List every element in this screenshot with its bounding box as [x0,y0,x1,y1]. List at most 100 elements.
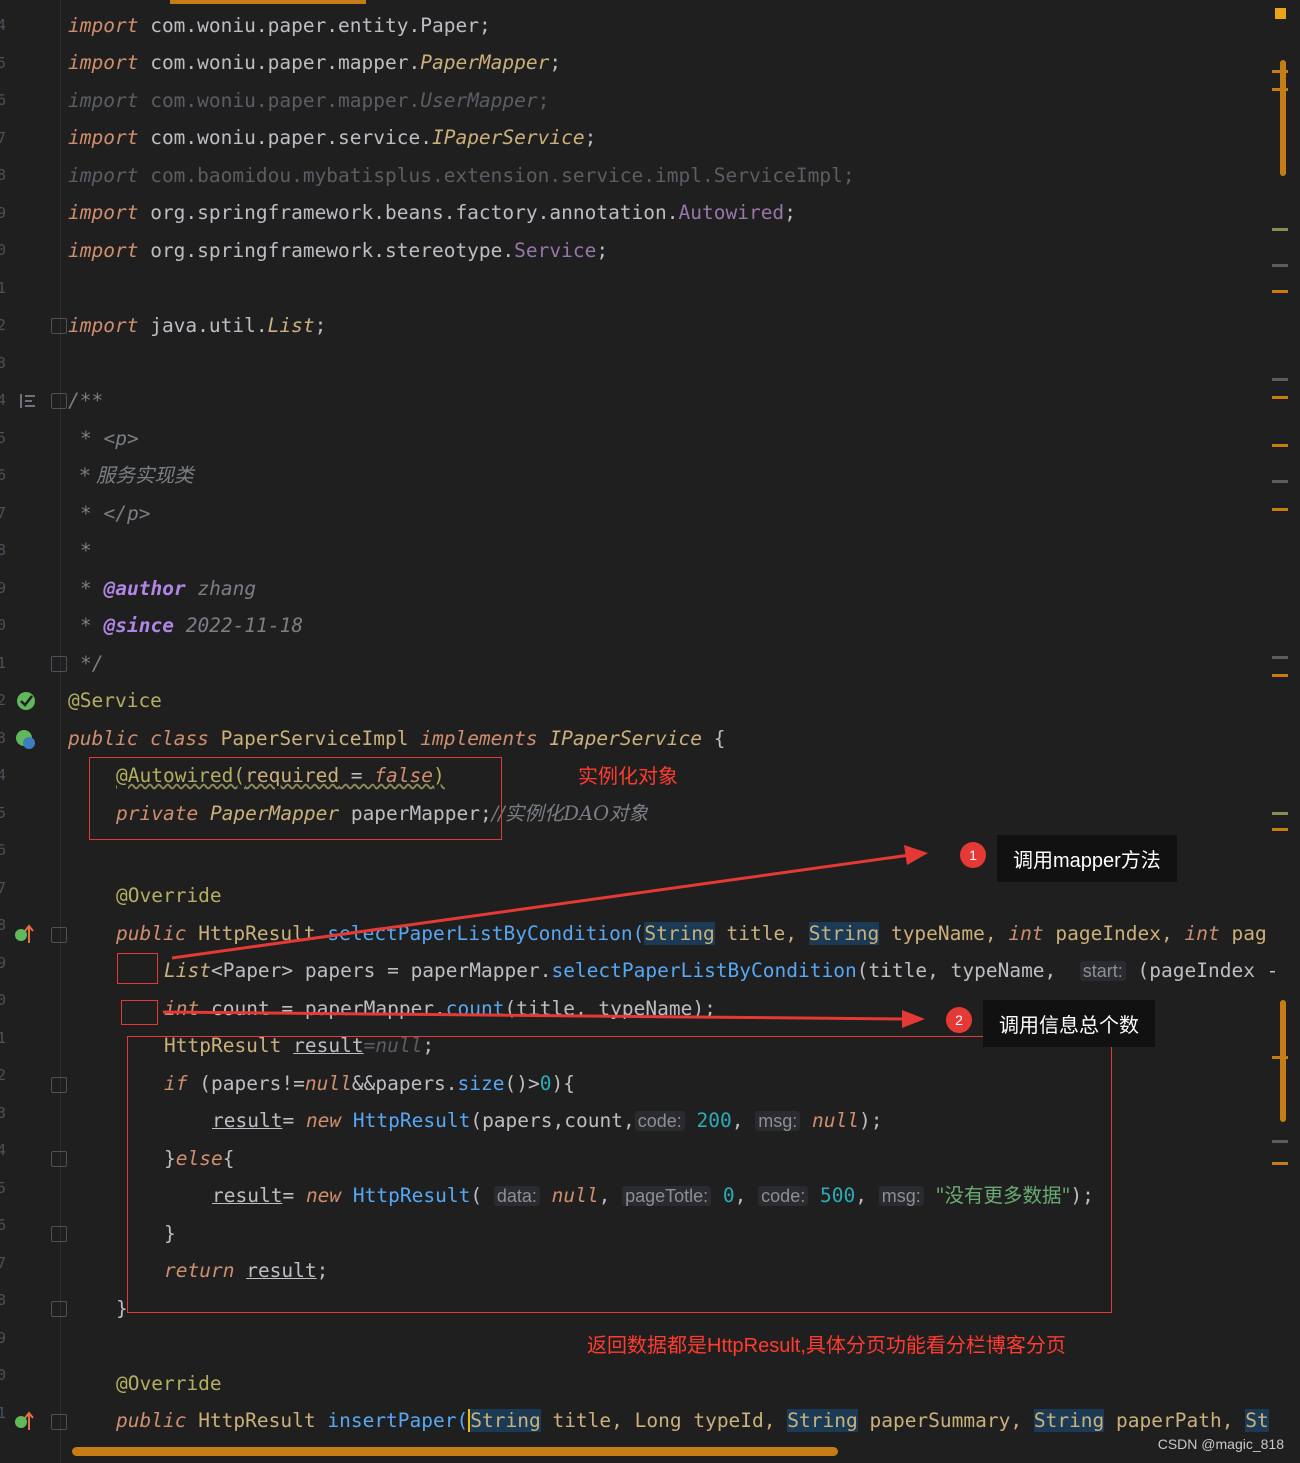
fold-marker[interactable] [51,927,67,943]
horizontal-scrollbar[interactable] [72,1447,838,1456]
line-number: 1 [0,278,6,297]
param-hint: start: [1079,961,1126,981]
code-line[interactable]: int count = paperMapper.count(title, typ… [164,994,716,1024]
error-stripe-mark[interactable] [1272,228,1288,231]
error-stripe-mark[interactable] [1272,70,1288,73]
line-number: 8 [0,166,6,184]
fold-marker[interactable] [51,1414,67,1430]
line-number: 8 [0,1291,6,1309]
code-line[interactable]: @Override [116,1369,222,1399]
line-number: 2 [0,1066,6,1084]
error-stripe-mark[interactable] [1272,444,1288,447]
vertical-scrollbar-thumb[interactable] [1280,1000,1286,1122]
line-number: 4 [0,391,6,409]
error-stripe-mark[interactable] [1272,290,1288,293]
annotation-badge-1: 1 [960,842,986,868]
code-line[interactable]: @Override [116,881,222,911]
line-number: 9 [0,578,6,597]
error-stripe-mark[interactable] [1272,1162,1288,1165]
error-stripe-mark[interactable] [1272,378,1288,381]
line-number: 0 [0,241,6,259]
doc-comment: /** [68,389,104,412]
line-number: 5 [0,803,6,822]
annotation-instantiate-label: 实例化对象 [578,766,678,788]
line-number: 6 [0,466,6,484]
error-stripe-mark[interactable] [1272,674,1288,677]
line-number: 1 [0,1028,6,1047]
error-stripe-mark[interactable] [1272,88,1288,91]
line-number: 3 [0,353,6,372]
code-line-current[interactable]: public HttpResult insertPaper(String tit… [116,1406,1269,1436]
watermark: CSDN @magic_818 [1157,1436,1284,1452]
override-method-icon[interactable] [14,1410,34,1430]
code-line[interactable]: @Service [68,686,162,716]
spring-bean-icon[interactable] [15,690,35,710]
vertical-scrollbar[interactable] [1280,60,1286,176]
fold-marker[interactable] [51,393,67,409]
class-implements-icon[interactable] [14,728,35,749]
line-number: 9 [0,1328,6,1347]
line-number: 9 [0,953,6,972]
error-stripe-mark[interactable] [1272,828,1288,831]
line-number: 5 [0,428,6,447]
line-number: 7 [0,128,6,147]
doc-comment: * </p> [80,502,151,525]
code-line[interactable]: } [116,1294,128,1324]
line-number: 8 [0,916,6,934]
line-number: 0 [0,616,6,634]
error-stripe-mark[interactable] [1272,1140,1288,1143]
error-stripe-mark[interactable] [1272,396,1288,399]
code-line[interactable]: import com.woniu.paper.mapper.PaperMappe… [68,48,561,78]
override-method-icon[interactable] [14,923,34,943]
fold-marker[interactable] [51,1301,67,1317]
annotation-return-note: 返回数据都是HttpResult,具体分页功能看分栏博客分页 [587,1335,1066,1357]
error-stripe-mark[interactable] [1272,508,1288,511]
line-number: 4 [0,1141,6,1159]
doc-comment: */ [80,652,104,675]
fold-marker[interactable] [51,1226,67,1242]
code-line-unused-import[interactable]: import com.baomidou.mybatisplus.extensio… [68,161,855,191]
line-number: 3 [0,1103,6,1122]
line-number: 3 [0,728,6,747]
arrow-head [904,845,928,865]
doc-comment: * <p> [80,427,139,450]
annotation-box-count [121,1000,158,1025]
line-number: 1 [0,653,6,672]
code-line[interactable]: List<Paper> papers = paperMapper.selectP… [164,956,1278,986]
fold-marker[interactable] [51,1151,67,1167]
fold-marker[interactable] [51,656,67,672]
code-line[interactable]: import java.util.List; [68,311,326,341]
code-line[interactable]: import com.woniu.paper.entity.Paper; [68,11,491,41]
line-number: 2 [0,316,6,334]
code-line[interactable]: import com.woniu.paper.service.IPaperSer… [68,123,596,153]
line-number: 0 [0,991,6,1009]
line-number: 2 [0,691,6,709]
code-editor[interactable]: 4 5 6 7 8 9 0 1 2 3 4 5 6 7 8 9 0 1 2 3 4 5 6 7 8 9 0 1 2 3 4 5 6 7 8 9 0 1 i… [0,0,1300,1463]
line-number: 0 [0,1366,6,1384]
error-stripe-mark[interactable] [1272,264,1288,267]
fold-marker[interactable] [51,318,67,334]
arrow-head [902,1010,925,1028]
doc-comment: * 服务实现类 [80,464,194,487]
annotation-total-count-label: 调用信息总个数 [983,1000,1155,1047]
code-line[interactable]: import org.springframework.beans.factory… [68,198,796,228]
error-stripe-mark[interactable] [1272,1056,1288,1059]
annotation-call-mapper-label: 调用mapper方法 [997,835,1177,882]
error-stripe-mark[interactable] [1272,480,1288,483]
code-line[interactable]: import org.springframework.stereotype.Se… [68,236,608,266]
code-line-unused-import[interactable]: import com.woniu.paper.mapper.UserMapper… [68,86,549,116]
error-stripe-mark[interactable] [1272,656,1288,659]
line-number: 6 [0,841,6,859]
error-stripe-mark[interactable] [1272,812,1288,815]
structure-icon[interactable] [18,391,38,411]
code-line[interactable]: public HttpResult selectPaperListByCondi… [116,919,1267,949]
fold-marker[interactable] [51,1077,67,1093]
annotation-box-list [117,953,158,984]
warning-marker[interactable] [1275,8,1286,19]
annotation-box-autowired [89,757,502,840]
line-number: 1 [0,1403,6,1422]
line-number: 7 [0,1253,6,1272]
annotation-box-result [127,1036,1112,1313]
code-line[interactable]: public class PaperServiceImpl implements… [68,724,726,754]
doc-comment: * @since 2022-11-18 [80,614,304,637]
